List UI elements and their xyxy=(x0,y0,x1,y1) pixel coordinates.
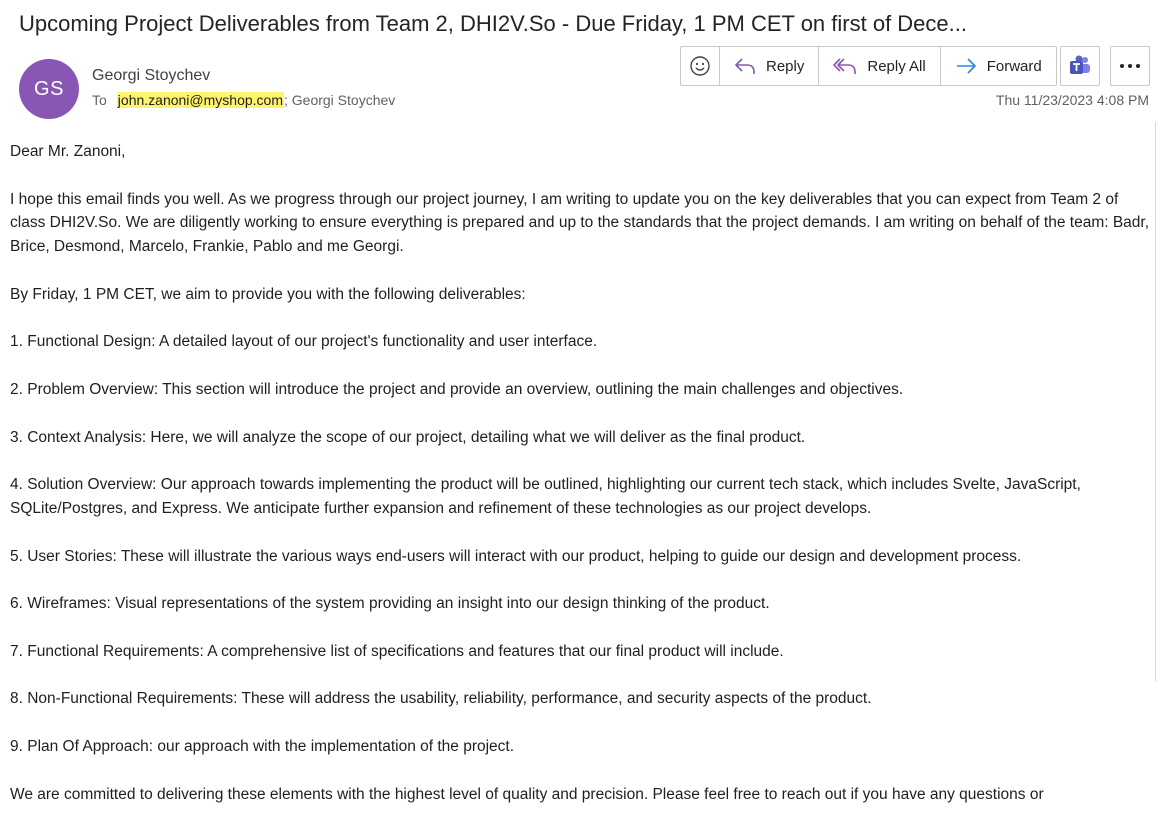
deliverable-item: 7. Functional Requirements: A comprehens… xyxy=(10,642,784,660)
more-actions-button[interactable] xyxy=(1110,46,1150,86)
message-toolbar: Reply Reply All Forward xyxy=(680,46,1057,86)
deliverable-item: 4. Solution Overview: Our approach towar… xyxy=(10,476,1081,517)
react-button[interactable] xyxy=(681,47,720,85)
deliverable-item: 8. Non-Functional Requirements: These wi… xyxy=(10,690,872,708)
recipient-john-zanoni[interactable]: john.zanoni@myshop.com xyxy=(116,92,284,108)
body-paragraph: We are committed to delivering these ele… xyxy=(10,785,1044,803)
reply-label: Reply xyxy=(766,57,805,75)
reply-all-label: Reply All xyxy=(867,57,926,75)
reply-button[interactable]: Reply xyxy=(720,47,820,85)
forward-label: Forward xyxy=(986,57,1042,75)
forward-icon xyxy=(956,58,976,74)
deliverable-item: 6. Wireframes: Visual representations of… xyxy=(10,595,770,613)
reply-icon xyxy=(735,58,755,74)
smiley-icon xyxy=(690,56,710,76)
body-paragraph: By Friday, 1 PM CET, we aim to provide y… xyxy=(10,285,526,303)
avatar-initials: GS xyxy=(34,77,64,100)
teams-icon xyxy=(1070,55,1090,74)
to-label: To xyxy=(92,92,107,108)
deliverable-item: 3. Context Analysis: Here, we will analy… xyxy=(10,428,806,446)
scrollbar[interactable] xyxy=(1155,122,1161,682)
recipient-georgi-stoychev[interactable]: Georgi Stoychev xyxy=(292,92,396,108)
email-subject: Upcoming Project Deliverables from Team … xyxy=(19,11,967,36)
greeting: Dear Mr. Zanoni, xyxy=(10,143,126,160)
forward-button[interactable]: Forward xyxy=(941,47,1056,85)
deliverable-item: 2. Problem Overview: This section will i… xyxy=(10,380,904,398)
body-paragraph: I hope this email finds you well. As we … xyxy=(10,190,1150,256)
email-body: Dear Mr. Zanoni, I hope this email finds… xyxy=(10,140,1150,830)
deliverable-item: 1. Functional Design: A detailed layout … xyxy=(10,333,598,351)
sender-name[interactable]: Georgi Stoychev xyxy=(92,67,210,85)
recipients-row: To john.zanoni@myshop.com; Georgi Stoyche… xyxy=(92,92,395,108)
reply-all-icon xyxy=(833,58,857,74)
teams-button[interactable] xyxy=(1060,46,1100,86)
more-icon xyxy=(1120,64,1140,68)
email-date: Thu 11/23/2023 4:08 PM xyxy=(995,92,1149,108)
recipient-separator: ; xyxy=(283,92,292,108)
deliverable-item: 9. Plan Of Approach: our approach with t… xyxy=(10,737,515,755)
reply-all-button[interactable]: Reply All xyxy=(819,47,941,85)
deliverable-item: 5. User Stories: These will illustrate t… xyxy=(10,547,1022,565)
avatar[interactable]: GS xyxy=(19,59,79,119)
